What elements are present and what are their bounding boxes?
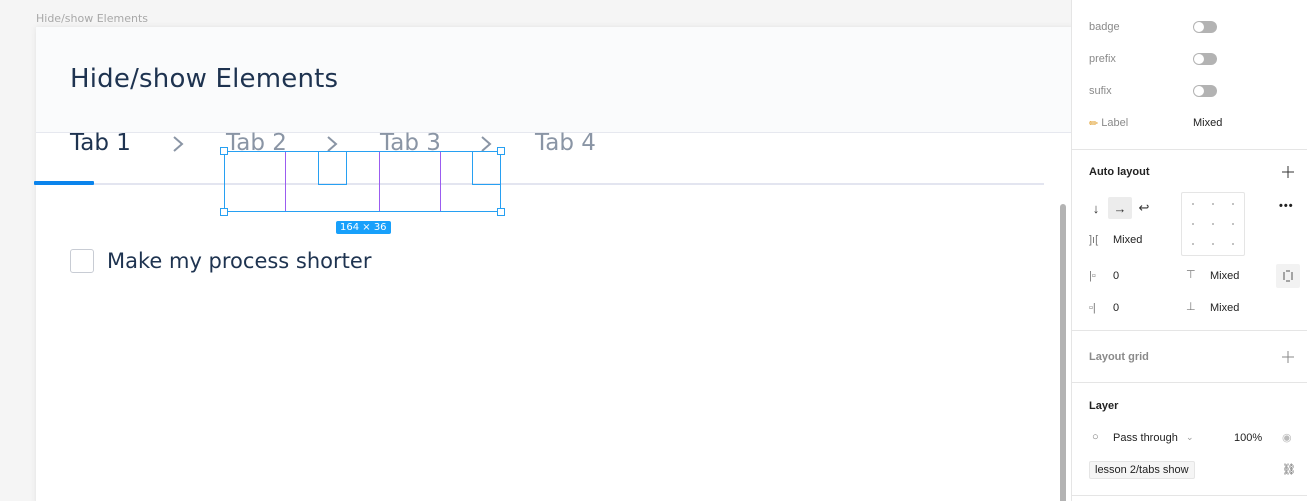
direction-horizontal-button[interactable]: → xyxy=(1108,197,1132,219)
selection-size-badge: 164 × 36 xyxy=(336,221,391,234)
canvas[interactable]: Hide/show Elements Hide/show Elements Ta… xyxy=(0,0,1071,501)
prop-label-row: ✏ Label xyxy=(1089,115,1128,131)
prefix-toggle[interactable] xyxy=(1193,53,1217,65)
checkbox-label: Make my process shorter xyxy=(107,249,372,273)
tab-4[interactable]: Tab 4 xyxy=(535,130,596,156)
frame-header: Hide/show Elements xyxy=(36,27,1071,133)
direction-vertical-button[interactable]: ↓ xyxy=(1084,197,1108,219)
padding-left-icon: |▫ xyxy=(1089,270,1096,282)
prop-label: sufix xyxy=(1089,85,1112,97)
prop-sufix: sufix xyxy=(1089,83,1112,99)
resize-handle-top-left[interactable] xyxy=(220,147,228,155)
alignment-grid[interactable] xyxy=(1181,192,1245,256)
blend-mode-dropdown[interactable]: Pass through xyxy=(1113,432,1178,444)
tab-3[interactable]: Tab 3 xyxy=(380,130,441,156)
checkbox[interactable] xyxy=(70,249,94,273)
wrap-icon[interactable]: ↩ xyxy=(1132,197,1156,219)
more-options-icon[interactable]: ••• xyxy=(1279,200,1294,212)
add-auto-layout-icon[interactable] xyxy=(1282,166,1294,178)
component-properties-section: badge prefix sufix ✏ Label Mixed xyxy=(1072,0,1307,150)
tab-2[interactable]: Tab 2 xyxy=(226,130,287,156)
frame-label[interactable]: Hide/show Elements xyxy=(36,12,148,25)
tab-1[interactable]: Tab 1 xyxy=(70,130,131,156)
padding-right-icon: ▫| xyxy=(1089,302,1096,314)
chevron-right-icon xyxy=(479,134,493,154)
padding-left-value[interactable]: 0 xyxy=(1113,270,1119,282)
tabbar-divider xyxy=(34,183,1044,185)
layout-grid-title: Layout grid xyxy=(1089,351,1149,363)
padding-right-value[interactable]: 0 xyxy=(1113,302,1119,314)
spacing-value[interactable]: Mixed xyxy=(1113,234,1142,246)
chevron-right-icon xyxy=(171,134,185,154)
independent-padding-button[interactable] xyxy=(1276,264,1300,288)
detach-link-icon[interactable]: ⛓ xyxy=(1282,463,1296,476)
chevron-down-icon[interactable]: ⌄ xyxy=(1186,432,1194,443)
checkbox-row[interactable]: Make my process shorter xyxy=(70,249,371,273)
padding-bottom-value[interactable]: Mixed xyxy=(1210,302,1239,314)
sufix-toggle[interactable] xyxy=(1193,85,1217,97)
label-value[interactable]: Mixed xyxy=(1193,117,1222,129)
layer-title: Layer xyxy=(1089,400,1119,412)
active-tab-indicator xyxy=(34,181,94,185)
prop-badge: badge xyxy=(1089,19,1120,35)
frame-title: Hide/show Elements xyxy=(70,64,339,94)
vertical-scrollbar[interactable] xyxy=(1060,204,1066,501)
eye-icon[interactable]: ◉ xyxy=(1282,431,1292,444)
add-layout-grid-icon[interactable] xyxy=(1282,351,1294,363)
auto-layout-title: Auto layout xyxy=(1089,166,1150,178)
resize-handle-bottom-right[interactable] xyxy=(497,208,505,216)
component-name-chip[interactable]: lesson 2/tabs show xyxy=(1089,461,1195,479)
blend-mode-icon: ○ xyxy=(1092,431,1099,443)
badge-toggle[interactable] xyxy=(1193,21,1217,33)
prop-label: Label xyxy=(1101,117,1129,129)
chevron-right-icon xyxy=(325,134,339,154)
pencil-icon: ✏ xyxy=(1089,117,1099,130)
prop-label: prefix xyxy=(1089,53,1116,65)
prop-label: badge xyxy=(1089,21,1120,33)
padding-bottom-icon: ⊥ xyxy=(1186,301,1196,313)
resize-handle-top-right[interactable] xyxy=(497,147,505,155)
spacing-icon: ]ı[ xyxy=(1089,234,1099,246)
properties-panel: badge prefix sufix ✏ Label Mixed Auto la… xyxy=(1071,0,1307,501)
prop-prefix: prefix xyxy=(1089,51,1116,67)
resize-handle-bottom-left[interactable] xyxy=(220,208,228,216)
opacity-value[interactable]: 100% xyxy=(1234,432,1262,444)
padding-top-icon: ⊤ xyxy=(1186,269,1196,281)
padding-top-value[interactable]: Mixed xyxy=(1210,270,1239,282)
